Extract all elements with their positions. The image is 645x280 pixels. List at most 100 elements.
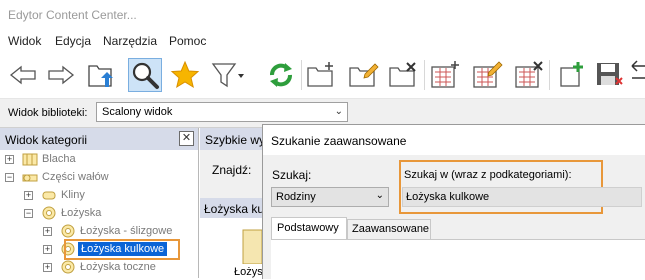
favorites-button[interactable] — [168, 58, 202, 92]
search-scope-select[interactable]: Rodziny ⌄ — [271, 187, 389, 207]
key-icon — [42, 191, 56, 200]
tab-label: Zaawansowane — [352, 223, 430, 235]
refresh-button[interactable] — [264, 58, 298, 92]
delete-category-button[interactable] — [386, 58, 420, 92]
tree-item-label: Blacha — [42, 153, 76, 165]
expand-icon[interactable]: + — [43, 263, 52, 272]
collapse-icon[interactable]: − — [24, 209, 33, 218]
sheet-metal-icon — [22, 153, 38, 166]
toolbar-separator — [549, 60, 550, 90]
toolbar-separator — [424, 60, 425, 90]
tree-item-label: Łożyska toczne — [80, 261, 156, 273]
title-bar: Edytor Content Center... — [0, 0, 645, 30]
close-icon[interactable]: ✕ — [179, 131, 194, 146]
folder-up-button[interactable] — [84, 58, 118, 92]
selection-highlight-box — [64, 239, 180, 260]
search-icon — [132, 62, 159, 89]
expand-icon[interactable]: + — [43, 245, 52, 254]
delete-family-button[interactable] — [512, 58, 546, 92]
tree-item-label: Łożyska - ślizgowe — [80, 225, 173, 237]
tab-content — [271, 239, 645, 280]
refresh-icon — [270, 63, 292, 87]
find-label: Znajdź: — [212, 163, 252, 177]
tab-zaawansowane[interactable]: Zaawansowane — [347, 219, 431, 239]
library-view-select[interactable]: Scalony widok ⌄ — [96, 102, 348, 122]
shaft-parts-icon — [22, 174, 38, 182]
menu-widok[interactable]: Widok — [8, 34, 41, 48]
chevron-down-icon: ⌄ — [334, 106, 343, 117]
back-button[interactable] — [6, 58, 40, 92]
tree-item-kliny[interactable]: + Kliny — [0, 187, 198, 205]
tree-item-lozyska[interactable]: − Łożyska — [0, 205, 198, 223]
new-family-icon — [431, 61, 459, 88]
search-in-field: Łożyska kulkowe — [402, 187, 642, 207]
search-button[interactable] — [128, 58, 162, 92]
edit-category-button[interactable] — [346, 58, 380, 92]
dialog-tabs: Podstawowy Zaawansowane — [271, 217, 645, 280]
library-view-label: Widok biblioteki: — [8, 107, 88, 119]
edit-family-icon — [473, 61, 503, 88]
back-icon — [9, 65, 36, 85]
library-view-value: Scalony widok — [102, 106, 173, 118]
menu-edycja[interactable]: Edycja — [55, 34, 91, 48]
bearing-icon — [42, 206, 56, 220]
tab-podstawowy[interactable]: Podstawowy — [271, 217, 347, 239]
rename-button[interactable] — [628, 58, 645, 92]
filter-button[interactable] — [210, 58, 244, 92]
expand-icon[interactable]: + — [24, 191, 33, 200]
quick-search-panel: Szybkie wy Znajdź: Łożyska ku Łożys — [200, 128, 266, 278]
quick-search-header: Szybkie wy — [200, 128, 266, 150]
category-view-title: Widok kategorii — [5, 133, 88, 147]
bearing-item-icon[interactable] — [240, 228, 262, 264]
tab-label: Podstawowy — [277, 222, 339, 234]
chevron-down-icon: ⌄ — [375, 190, 384, 201]
forward-button[interactable] — [44, 58, 78, 92]
favorites-star-icon — [170, 60, 200, 89]
results-area: Łożys — [200, 218, 263, 278]
result-item-label[interactable]: Łożys — [234, 266, 263, 278]
menu-narzedzia[interactable]: Narzędzia — [103, 34, 157, 48]
category-view-panel: Widok kategorii ✕ + Blacha − Części wałó… — [0, 128, 199, 278]
dialog-title-bar: Szukanie zaawansowane — [263, 125, 645, 155]
search-in-label: Szukaj w (wraz z podkategoriami): — [404, 169, 572, 181]
tree-item-label: Części wałów — [42, 171, 109, 183]
collapse-icon[interactable]: − — [5, 173, 14, 182]
menu-bar: Widok Edycja Narzędzia Pomoc — [0, 30, 645, 52]
expand-icon[interactable]: + — [43, 227, 52, 236]
tree-item-label: Łożyska — [61, 207, 102, 219]
search-label: Szukaj: — [272, 168, 312, 182]
new-category-button[interactable] — [304, 58, 338, 92]
bearing-icon — [61, 224, 75, 238]
results-title: Łożyska ku — [204, 202, 265, 216]
new-family-button[interactable] — [428, 58, 462, 92]
search-scope-value: Rodziny — [276, 191, 316, 203]
tree-item-blacha[interactable]: + Blacha — [0, 151, 198, 169]
toolbar — [0, 52, 645, 99]
folder-up-icon — [88, 65, 113, 87]
category-view-header: Widok kategorii ✕ — [0, 128, 198, 150]
new-category-icon — [307, 62, 333, 87]
quick-search-title: Szybkie wy — [205, 133, 266, 147]
edit-family-button[interactable] — [470, 58, 504, 92]
add-icon — [560, 62, 583, 87]
tree-item-czesci-walow[interactable]: − Części wałów — [0, 169, 198, 187]
tree-item-lozyska-toczne[interactable]: + Łożyska toczne — [0, 259, 198, 277]
delete-category-icon — [389, 62, 416, 87]
expand-icon[interactable]: + — [5, 155, 14, 164]
save-button[interactable] — [592, 58, 626, 92]
rename-icon — [631, 60, 645, 79]
results-header: Łożyska ku — [200, 198, 265, 218]
save-icon — [597, 63, 623, 85]
tree-item-label: Kliny — [61, 189, 85, 201]
bearing-icon — [61, 260, 75, 274]
window-title: Edytor Content Center... — [8, 8, 137, 22]
toolbar-separator — [301, 60, 302, 90]
dialog-title: Szukanie zaawansowane — [271, 134, 407, 148]
advanced-search-dialog: Szukanie zaawansowane Szukaj: Rodziny ⌄ … — [262, 124, 645, 280]
forward-icon — [48, 65, 75, 85]
edit-category-icon — [349, 63, 379, 87]
delete-family-icon — [515, 61, 543, 88]
menu-pomoc[interactable]: Pomoc — [169, 34, 206, 48]
add-button[interactable] — [554, 58, 588, 92]
filter-icon — [211, 63, 244, 88]
